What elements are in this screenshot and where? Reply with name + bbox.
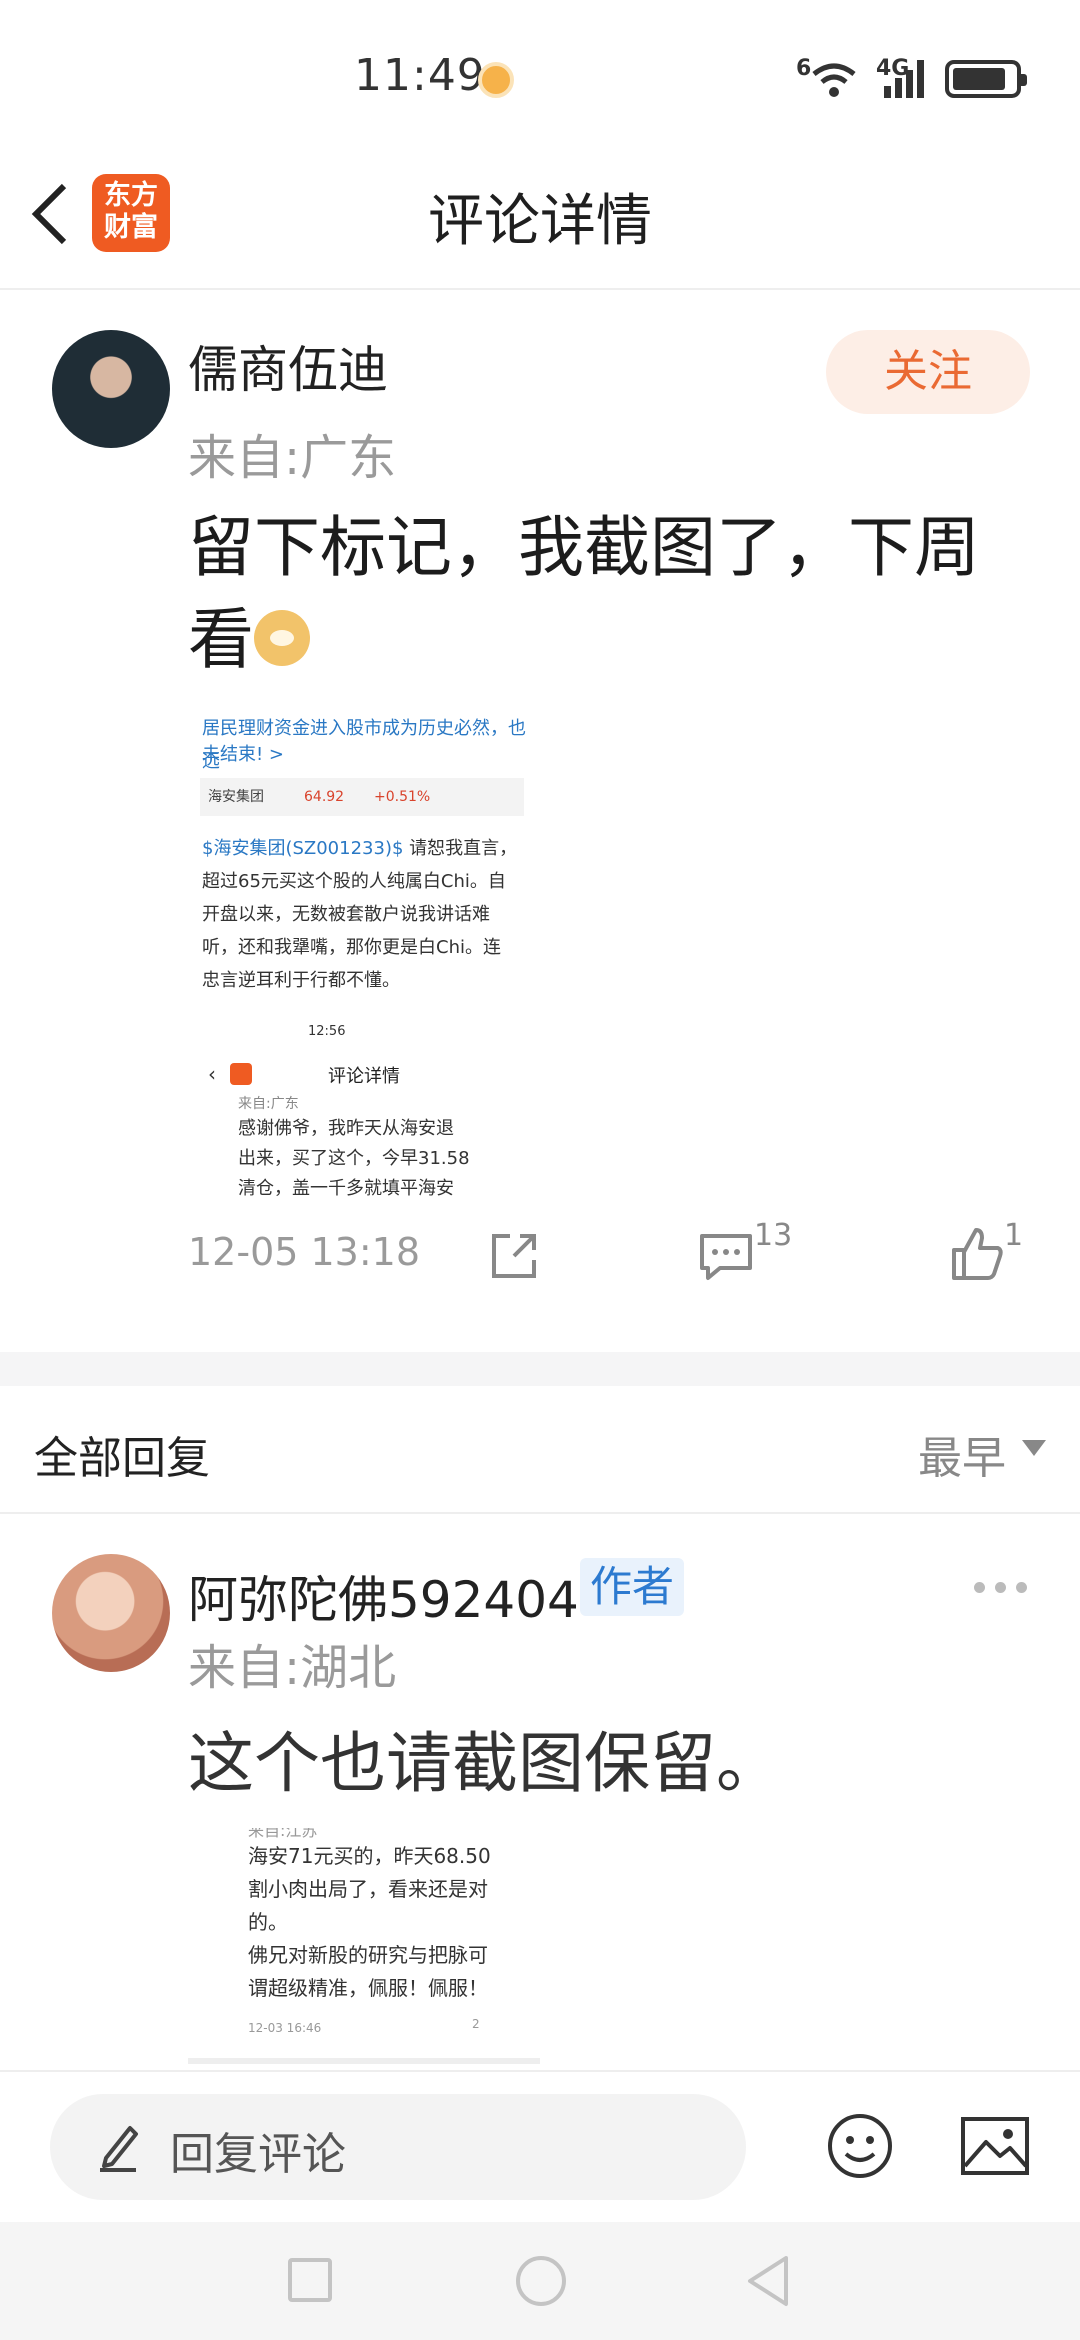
image-text-line: 超过65元买这个股的人纯属白Chi。自	[202, 871, 506, 892]
cell-signal-icon	[884, 60, 924, 98]
wifi-icon	[812, 63, 856, 97]
image-upload-icon[interactable]	[960, 2116, 1030, 2176]
page-title: 评论详情	[428, 189, 652, 254]
divider	[0, 2070, 1080, 2072]
image-text-line: 感谢佛爷，我昨天从海安退	[238, 1118, 454, 1139]
image-text-line: 佛兄对新股的研究与把脉可	[248, 1943, 488, 1967]
image-mini-logo	[230, 1063, 252, 1085]
follow-button[interactable]: 关注	[826, 330, 1030, 414]
image-text-line: 清仓，盖一千多就填平海安	[238, 1178, 454, 1198]
all-replies-label: 全部回复	[34, 1433, 210, 1484]
image-mini-title: 评论详情	[328, 1066, 400, 1087]
reply-author-name[interactable]: 阿弥陀佛592404	[188, 1560, 579, 1632]
image-text-line: 海安71元买的，昨天68.50	[248, 1844, 491, 1868]
image-text-line: 2	[472, 2017, 480, 2031]
image-text-line: 12-03 16:46	[248, 2021, 322, 2035]
weather-sun-icon	[478, 62, 514, 98]
status-time: 11:49	[354, 50, 486, 101]
comment-icon[interactable]	[698, 1230, 754, 1282]
reply-input-placeholder[interactable]: 回复评论	[170, 2118, 346, 2182]
author-location: 来自:广东	[188, 430, 397, 486]
post-image[interactable]: 居民理财资金进入股市成为历史必然，也远 未结束! > 海安集团 64.92 +0…	[188, 718, 538, 1198]
reply-image[interactable]: 来自:江苏 海安71元买的，昨天68.50 割小肉出局了，看来还是对 的。 佛兄…	[188, 1828, 540, 2064]
section-separator	[0, 1352, 1080, 1386]
reply-avatar[interactable]	[52, 1554, 170, 1672]
image-text-line: 忠言逆耳利于行都不懂。	[202, 970, 400, 991]
author-badge: 作者	[580, 1558, 685, 1616]
reply-location: 来自:湖北	[188, 1640, 397, 1696]
post-text: 留下标记，我截图了，下周看	[188, 509, 980, 678]
thumbs-up-icon[interactable]	[950, 1226, 1004, 1282]
author-avatar[interactable]	[52, 330, 170, 448]
image-text-line: 出来，买了这个，今早31.58	[238, 1148, 470, 1169]
share-icon[interactable]	[488, 1230, 540, 1282]
image-text-line: 割小肉出局了，看来还是对	[248, 1877, 488, 1901]
image-mini-time: 12:56	[308, 1024, 346, 1039]
divider	[0, 288, 1080, 290]
image-text-line: 未结束! >	[202, 744, 285, 765]
author-name[interactable]: 儒商伍迪	[188, 330, 388, 402]
image-mini-back-icon: ‹	[208, 1062, 216, 1086]
reply-input[interactable]	[50, 2094, 746, 2200]
emoji-icon[interactable]	[826, 2112, 894, 2180]
post-date: 12-05 13:18	[188, 1230, 421, 1274]
pencil-icon	[100, 2126, 138, 2172]
battery-icon	[945, 60, 1027, 98]
recent-apps-icon[interactable]	[288, 2258, 332, 2302]
image-text-line: 听，还和我犟嘴，那你更是白Chi。连	[202, 937, 501, 958]
image-text-line: 的。	[248, 1910, 288, 1934]
like-count: 1	[1004, 1218, 1024, 1253]
comment-count: 13	[754, 1218, 793, 1253]
image-edge	[188, 2058, 540, 2064]
chevron-down-icon[interactable]	[1022, 1440, 1046, 1456]
home-icon[interactable]	[516, 2256, 566, 2306]
image-text-line: 开盘以来，无数被套散户说我讲话难	[202, 904, 490, 925]
sort-dropdown[interactable]: 最早	[918, 1422, 1006, 1486]
dog-emoji-icon	[254, 610, 310, 666]
divider	[0, 1512, 1080, 1514]
image-stock-row: 海安集团 64.92 +0.51%	[200, 778, 524, 816]
reply-text: 这个也请截图保留。	[188, 1725, 782, 1802]
image-text-line: 谓超级精准，佩服！佩服！	[248, 1976, 488, 2000]
more-options-icon[interactable]	[974, 1582, 1028, 1594]
system-back-icon[interactable]	[744, 2254, 790, 2308]
image-text-line: $海安集团(SZ001233)$ 请恕我直言，	[202, 838, 518, 859]
